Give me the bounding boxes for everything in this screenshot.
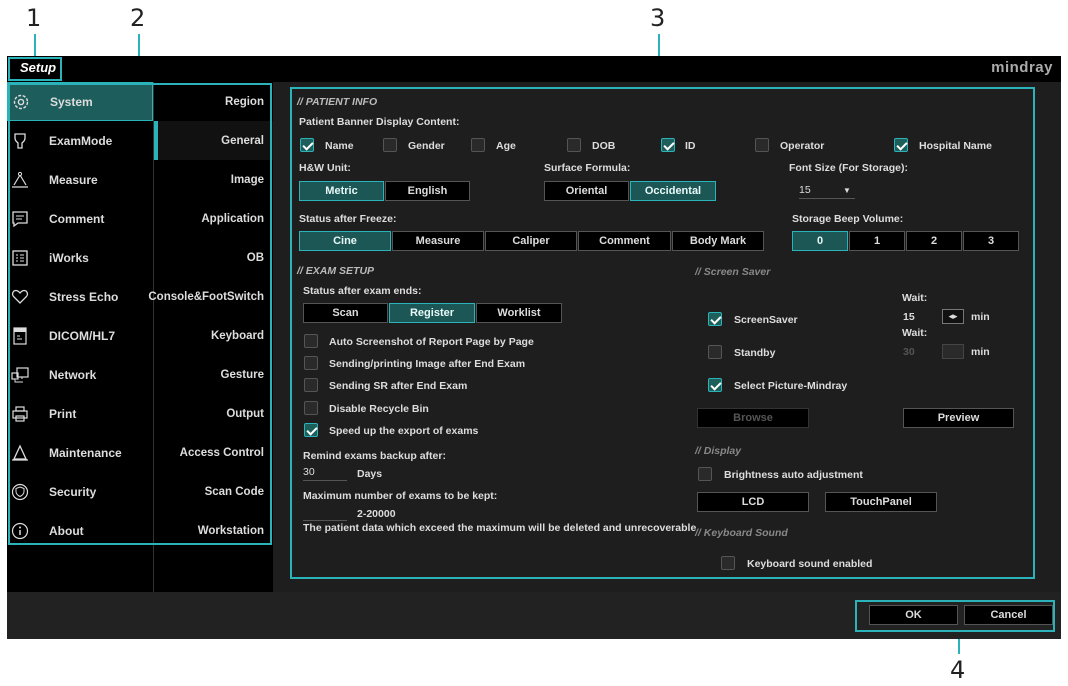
callout-4: 4 (950, 656, 966, 684)
callout-box-1 (8, 57, 62, 81)
callout-1: 1 (26, 4, 42, 32)
callout-3: 3 (650, 4, 666, 32)
callout-2: 2 (130, 4, 146, 32)
callout-box-2 (8, 83, 272, 545)
callout-box-4 (855, 600, 1055, 632)
title-bar: Setup mindray (7, 56, 1061, 82)
brand-logo: mindray (991, 59, 1053, 76)
callout-box-3 (290, 87, 1035, 579)
